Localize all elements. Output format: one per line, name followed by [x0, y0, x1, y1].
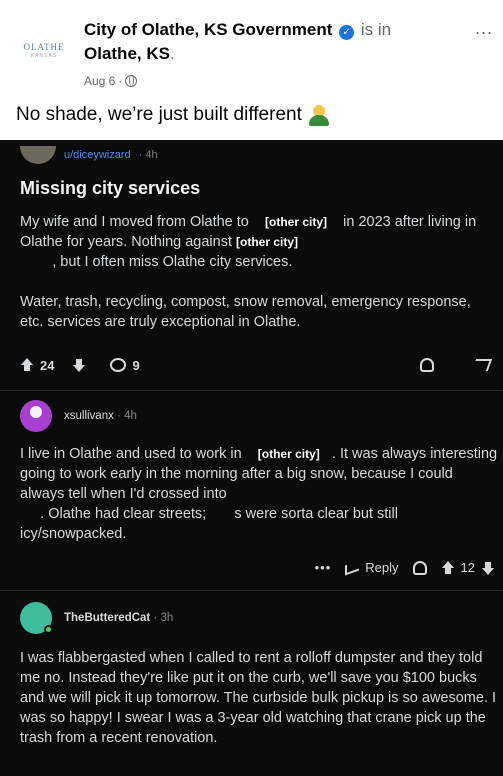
comment-vote-group: 12	[441, 560, 495, 575]
post-caption: No shade, we’re just built different	[16, 104, 330, 126]
comment-icon	[110, 358, 127, 372]
post-author[interactable]: u/diceywizard	[64, 149, 131, 161]
comment-author-row: xsullivanx · 4h	[20, 400, 137, 432]
comment-count: 9	[132, 357, 140, 373]
divider	[0, 590, 503, 591]
divider	[0, 390, 503, 391]
post-paragraph-2: Water, trash, recycling, compost, snow r…	[20, 294, 471, 330]
comment-author-row: TheButteredCat · 3h	[20, 602, 173, 634]
post-vote-group: 24	[20, 358, 86, 373]
verified-badge-icon: ✓	[339, 25, 355, 40]
post-actions: 24 9	[20, 354, 496, 376]
comment-text: I live in Olathe and used to work in	[20, 446, 242, 462]
meta-separator: ·	[118, 74, 123, 88]
comment-body: I live in Olathe and used to work in [ot…	[20, 444, 500, 544]
comment-avatar[interactable]	[20, 400, 52, 432]
online-status-dot	[44, 625, 53, 634]
location-link[interactable]: Olathe, KS	[84, 44, 170, 63]
page-name-row: City of Olathe, KS Government ✓ is in Ol…	[84, 18, 464, 66]
post-meta: Aug 6 ·	[84, 74, 138, 88]
upvote-count: 24	[40, 357, 55, 373]
post-date[interactable]: Aug 6	[84, 74, 115, 88]
award-icon[interactable]	[412, 560, 427, 575]
reddit-screenshot: u/diceywizard · 4h Missing city services…	[0, 140, 503, 776]
post-time: · 4h	[138, 149, 158, 161]
page-logo[interactable]: OLATHE KANSAS	[16, 30, 72, 70]
redaction-label: [other city]	[265, 215, 328, 229]
upvote-icon[interactable]	[20, 358, 34, 372]
comment-actions: ••• Reply 12	[315, 559, 495, 576]
comment-body: I was flabbergasted when I called to ren…	[20, 650, 497, 746]
post-text: , but I often miss Olathe city services.	[52, 254, 293, 270]
is-in-text: is in	[360, 20, 392, 39]
page-name-link[interactable]: City of Olathe, KS Government	[84, 20, 332, 39]
reply-icon	[345, 559, 360, 576]
comment-author[interactable]: xsullivanx	[64, 410, 114, 422]
comment-avatar[interactable]	[20, 602, 53, 634]
downvote-icon[interactable]	[72, 358, 86, 372]
redaction-label: [other city]	[236, 235, 299, 249]
reply-button[interactable]: Reply	[345, 559, 399, 576]
post-text: My wife and I moved from Olathe to	[20, 214, 249, 230]
comment-author[interactable]: TheButteredCat	[64, 612, 150, 624]
reply-label: Reply	[365, 560, 399, 575]
share-icon[interactable]	[471, 359, 493, 371]
location-suffix: .	[169, 44, 175, 63]
award-icon[interactable]	[420, 358, 434, 372]
redaction-label: [other city]	[257, 447, 320, 461]
comment-vote-count: 12	[460, 560, 475, 575]
more-options-icon[interactable]: ...	[475, 18, 493, 39]
comment-text: . Olathe had clear streets;	[40, 506, 207, 522]
person-emoji-icon	[308, 104, 330, 126]
comment-time: · 3h	[153, 612, 174, 624]
more-options-icon[interactable]: •••	[315, 560, 332, 575]
post-paragraph-1: My wife and I moved from Olathe to [othe…	[20, 212, 496, 272]
post-author-row: u/diceywizard · 4h	[20, 146, 158, 164]
logo-subtext: KANSAS	[30, 52, 58, 59]
comment-time: · 4h	[117, 410, 137, 422]
downvote-icon[interactable]	[481, 561, 495, 575]
upvote-icon[interactable]	[441, 560, 455, 575]
post-title: Missing city services	[20, 178, 201, 198]
globe-icon	[125, 75, 138, 87]
comments-button[interactable]: 9	[110, 357, 140, 373]
facebook-post-header: OLATHE KANSAS City of Olathe, KS Governm…	[0, 0, 503, 150]
caption-text: No shade, we’re just built different	[16, 104, 302, 125]
logo-text: OLATHE	[23, 41, 65, 52]
post-author-avatar[interactable]	[20, 146, 56, 164]
